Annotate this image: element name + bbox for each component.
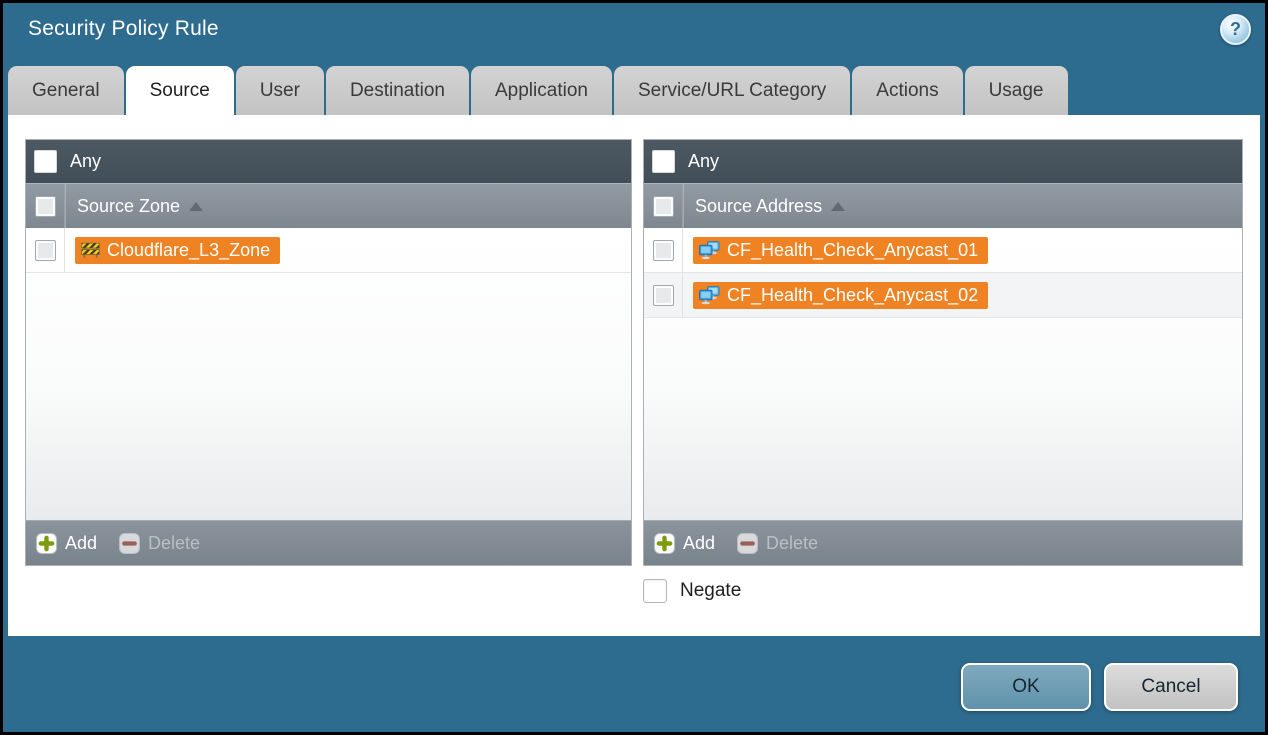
delete-button[interactable]: Delete: [119, 533, 200, 554]
source-address-column-header[interactable]: Source Address: [644, 183, 1242, 228]
delete-icon: [737, 533, 758, 554]
ok-button[interactable]: OK: [961, 663, 1091, 711]
zone-chip[interactable]: Cloudflare_L3_Zone: [75, 237, 280, 264]
negate-label: Negate: [680, 580, 741, 602]
source-zone-column-label: Source Zone: [77, 196, 180, 217]
add-button[interactable]: Add: [36, 533, 97, 554]
select-all-cell: [26, 184, 65, 228]
delete-button[interactable]: Delete: [737, 533, 818, 554]
row-checkbox-cell: [644, 273, 683, 317]
address-icon: [699, 286, 720, 305]
source-address-row-checkbox[interactable]: [653, 240, 674, 261]
source-zone-panel: Any Source Zone: [25, 139, 632, 566]
cancel-button[interactable]: Cancel: [1104, 663, 1238, 711]
tab-bar: General Source User Destination Applicat…: [8, 66, 1070, 115]
tab-usage[interactable]: Usage: [965, 66, 1068, 115]
source-zone-any-bar: Any: [26, 140, 631, 183]
source-zone-select-all-checkbox[interactable]: [35, 196, 56, 217]
source-address-column-label: Source Address: [695, 196, 822, 217]
add-icon: [36, 533, 57, 554]
add-icon: [654, 533, 675, 554]
source-zone-row-checkbox[interactable]: [35, 240, 56, 261]
negate-checkbox[interactable]: [643, 579, 667, 603]
security-policy-rule-dialog: Security Policy Rule ? General Source Us…: [3, 3, 1265, 732]
source-zone-list: Cloudflare_L3_Zone: [26, 228, 631, 520]
row-checkbox-cell: [644, 228, 683, 272]
row-checkbox-cell: [26, 228, 65, 272]
delete-label: Delete: [148, 533, 200, 554]
source-zone-row[interactable]: Cloudflare_L3_Zone: [26, 228, 631, 273]
negate-control: Negate: [643, 579, 741, 603]
add-label: Add: [683, 533, 715, 554]
source-address-toolbar: Add Delete: [644, 520, 1242, 565]
source-zone-toolbar: Add Delete: [26, 520, 631, 565]
address-chip[interactable]: CF_Health_Check_Anycast_02: [693, 282, 988, 309]
source-address-select-all-checkbox[interactable]: [653, 196, 674, 217]
zone-chip-label: Cloudflare_L3_Zone: [107, 240, 270, 261]
address-chip[interactable]: CF_Health_Check_Anycast_01: [693, 237, 988, 264]
dialog-footer: OK Cancel: [961, 663, 1238, 711]
zone-icon: [81, 242, 100, 259]
sort-asc-icon: [831, 202, 845, 211]
source-zone-any-label: Any: [70, 151, 101, 172]
title-bar: Security Policy Rule ?: [3, 3, 1265, 63]
tab-destination[interactable]: Destination: [326, 66, 469, 115]
select-all-cell: [644, 184, 683, 228]
source-zone-column-header[interactable]: Source Zone: [26, 183, 631, 228]
source-address-row[interactable]: CF_Health_Check_Anycast_01: [644, 228, 1242, 273]
tab-content: Any Source Zone: [8, 115, 1260, 636]
source-address-any-label: Any: [688, 151, 719, 172]
source-address-panel: Any Source Address: [643, 139, 1243, 566]
address-chip-label: CF_Health_Check_Anycast_01: [727, 240, 978, 261]
help-icon[interactable]: ?: [1220, 14, 1251, 45]
address-icon: [699, 241, 720, 260]
source-address-row-checkbox[interactable]: [653, 285, 674, 306]
source-address-any-bar: Any: [644, 140, 1242, 183]
add-button[interactable]: Add: [654, 533, 715, 554]
tab-user[interactable]: User: [236, 66, 324, 115]
source-address-any-checkbox[interactable]: [652, 150, 675, 173]
tab-general[interactable]: General: [8, 66, 124, 115]
delete-icon: [119, 533, 140, 554]
add-label: Add: [65, 533, 97, 554]
source-zone-any-checkbox[interactable]: [34, 150, 57, 173]
tab-service-url-category[interactable]: Service/URL Category: [614, 66, 850, 115]
delete-label: Delete: [766, 533, 818, 554]
dialog-title: Security Policy Rule: [28, 17, 219, 41]
sort-asc-icon: [189, 202, 203, 211]
tab-application[interactable]: Application: [471, 66, 612, 115]
tab-actions[interactable]: Actions: [852, 66, 962, 115]
source-address-list: CF_Health_Check_Anycast_01: [644, 228, 1242, 520]
tab-source[interactable]: Source: [126, 66, 234, 115]
address-chip-label: CF_Health_Check_Anycast_02: [727, 285, 978, 306]
source-address-row[interactable]: CF_Health_Check_Anycast_02: [644, 273, 1242, 318]
